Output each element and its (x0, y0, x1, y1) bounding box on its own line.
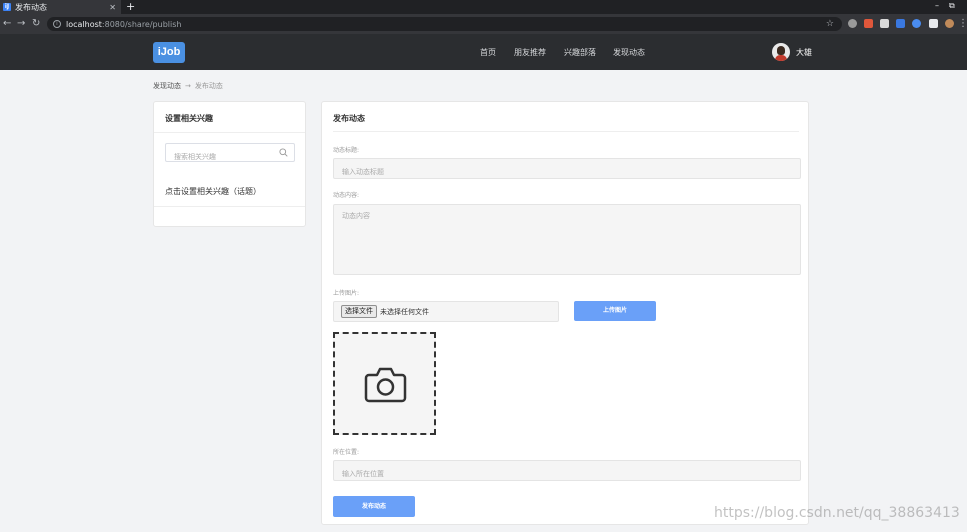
username[interactable]: 大雄 (796, 47, 812, 58)
interest-search-box[interactable] (165, 143, 295, 166)
title-label: 动态标题: (333, 147, 360, 154)
minimize-icon[interactable]: – (935, 1, 939, 10)
set-topic-link[interactable]: 点击设置相关兴趣（话题） (165, 186, 261, 197)
nav-discover-posts[interactable]: 发现动态 (613, 47, 645, 58)
nav-interest-tribe[interactable]: 兴趣部落 (564, 47, 596, 58)
search-icon[interactable] (279, 148, 288, 157)
location-input[interactable] (334, 464, 800, 484)
nav-friend-recommend[interactable]: 朋友推荐 (514, 47, 546, 58)
breadcrumb-current: 发布动态 (194, 82, 223, 90)
content-field[interactable] (333, 204, 801, 275)
browser-tab[interactable]: iJ 发布动态 ✕ (0, 0, 121, 14)
breadcrumb: 发现动态 → 发布动态 (153, 81, 223, 91)
location-label: 所在位置: (333, 449, 360, 456)
file-status: 未选择任何文件 (380, 307, 429, 316)
back-icon[interactable]: ← (3, 17, 11, 31)
extension-icon[interactable] (864, 19, 873, 28)
browser-toolbar: ← → ↻ i localhost:8080/share/publish ☆ ⋮ (0, 14, 967, 34)
restore-icon[interactable]: ⧉ (949, 1, 955, 11)
divider (333, 131, 799, 132)
favicon-icon: iJ (3, 3, 11, 11)
publish-button[interactable]: 发布动态 (333, 496, 415, 517)
choose-file-button[interactable]: 选择文件 (341, 305, 377, 318)
logo[interactable]: iJob (153, 42, 185, 63)
avatar[interactable] (772, 43, 790, 61)
location-field[interactable] (333, 460, 801, 484)
url-text: localhost:8080/share/publish (66, 19, 182, 29)
divider (154, 132, 305, 133)
tab-close-icon[interactable]: ✕ (109, 3, 116, 12)
interest-card-title: 设置相关兴趣 (165, 114, 213, 123)
extension-icon[interactable] (848, 19, 857, 28)
menu-kebab-icon[interactable]: ⋮ (958, 17, 967, 31)
extension-icon[interactable] (912, 19, 921, 28)
forward-icon[interactable]: → (17, 17, 25, 31)
image-preview-box[interactable] (333, 332, 436, 435)
new-tab-icon[interactable]: + (126, 0, 135, 13)
app-header: iJob 首页 朋友推荐 兴趣部落 发现动态 大雄 (0, 34, 967, 70)
publish-card: 发布动态 动态标题: 动态内容: 上传图片: 选择文件 未选择任何文件 上传图片… (321, 101, 809, 525)
divider (154, 206, 305, 207)
file-input-field: 选择文件 未选择任何文件 (333, 301, 559, 322)
content-label: 动态内容: (333, 192, 360, 199)
info-icon[interactable]: i (53, 20, 61, 28)
tab-title: 发布动态 (15, 2, 47, 12)
image-label: 上传图片: (333, 290, 360, 297)
reload-icon[interactable]: ↻ (32, 17, 40, 31)
nav-home[interactable]: 首页 (480, 47, 496, 58)
interest-search-input[interactable] (166, 148, 276, 166)
breadcrumb-parent[interactable]: 发现动态 (153, 82, 181, 90)
watermark: https://blog.csdn.net/qq_38863413 (714, 505, 960, 521)
address-bar[interactable]: i localhost:8080/share/publish ☆ (47, 17, 842, 31)
browser-tab-bar: iJ 发布动态 ✕ + – ⧉ (0, 0, 967, 14)
camera-icon (364, 367, 407, 403)
puzzle-icon[interactable] (929, 19, 938, 28)
upload-image-button[interactable]: 上传图片 (574, 301, 656, 321)
breadcrumb-separator: → (185, 82, 191, 90)
interest-card: 设置相关兴趣 点击设置相关兴趣（话题） (153, 101, 306, 227)
profile-avatar-icon[interactable] (945, 19, 954, 28)
bookmark-star-icon[interactable]: ☆ (826, 17, 834, 31)
title-field[interactable] (333, 158, 801, 182)
extension-icon[interactable] (896, 19, 905, 28)
publish-card-title: 发布动态 (333, 114, 365, 123)
title-input[interactable] (334, 162, 800, 182)
extension-icon[interactable] (880, 19, 889, 28)
content-textarea[interactable] (334, 205, 800, 274)
